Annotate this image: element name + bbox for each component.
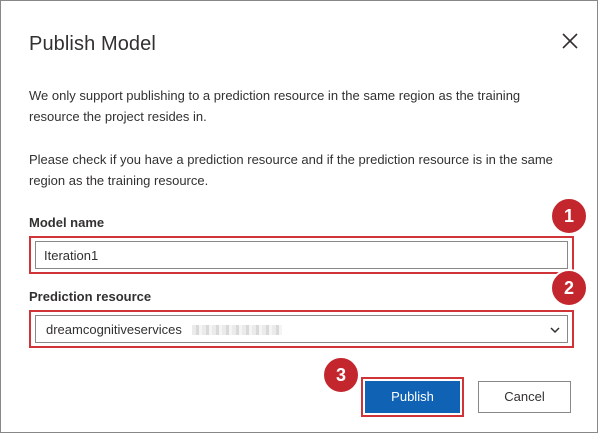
close-button[interactable] bbox=[559, 30, 581, 52]
prediction-resource-label: Prediction resource bbox=[29, 289, 152, 304]
cancel-button[interactable]: Cancel bbox=[478, 381, 571, 413]
publish-model-dialog: Publish Model We only support publishing… bbox=[0, 0, 598, 433]
chevron-down-icon bbox=[550, 327, 560, 334]
model-name-input[interactable] bbox=[35, 241, 568, 269]
model-name-label: Model name bbox=[29, 215, 105, 230]
step-badge-3: 3 bbox=[322, 356, 360, 394]
prediction-resource-value: dreamcognitiveservices bbox=[46, 322, 182, 337]
step-badge-1: 1 bbox=[550, 197, 588, 235]
close-icon bbox=[562, 33, 578, 49]
region-check-text: Please check if you have a prediction re… bbox=[29, 152, 553, 188]
region-support-text: We only support publishing to a predicti… bbox=[29, 88, 521, 124]
publish-button[interactable]: Publish bbox=[365, 381, 460, 413]
dialog-title: Publish Model bbox=[29, 33, 156, 55]
redacted-text bbox=[192, 325, 282, 335]
prediction-resource-select[interactable]: dreamcognitiveservices bbox=[35, 315, 568, 343]
step-badge-2: 2 bbox=[550, 269, 588, 307]
